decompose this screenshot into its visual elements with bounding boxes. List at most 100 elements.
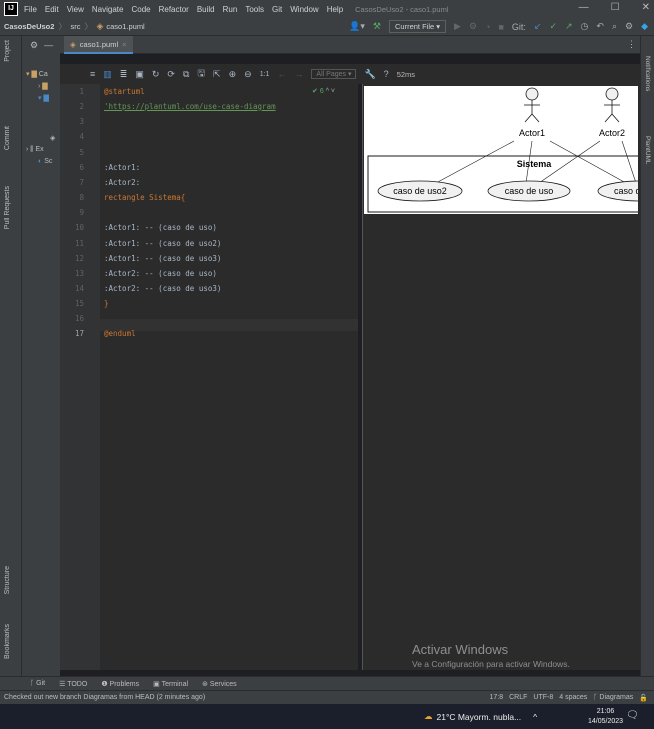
tool-tab-git[interactable]: ᚴ Git [30, 680, 45, 687]
run-configuration-select[interactable]: Current File ▾ [388, 20, 447, 33]
zoom-out-icon[interactable]: ⊖ [244, 69, 252, 80]
minimize-button[interactable]: — [579, 2, 589, 13]
code-line[interactable]: :Actor1: -- (caso de uso) [104, 223, 217, 232]
menu-build[interactable]: Build [197, 5, 215, 14]
coverage-icon[interactable]: ◔ [485, 22, 490, 32]
next-page-icon[interactable]: → [294, 69, 303, 79]
zoom-in-icon[interactable]: ⊕ [229, 69, 237, 80]
code-line[interactable]: rectangle Sistema{ [104, 193, 185, 202]
tree-item[interactable]: ▾ ▇ [38, 94, 49, 102]
open-external-icon[interactable]: ⇱ [213, 69, 221, 80]
code-line[interactable]: 'https://plantuml.com/use-case-diagram [104, 102, 276, 111]
code-line[interactable]: :Actor2: -- (caso de uso) [104, 269, 217, 278]
status-message[interactable]: Checked out new branch Diagramas from HE… [4, 694, 205, 701]
code-line[interactable]: @startuml [104, 87, 145, 96]
lock-icon[interactable]: 🔓 [639, 694, 648, 702]
maximize-button[interactable]: ☐ [611, 2, 620, 13]
tool-tab-plantuml[interactable]: PlantUML [644, 136, 651, 165]
weather-widget[interactable]: ☁ 21°C Mayorm. nubla... ^ [424, 711, 537, 722]
file-encoding[interactable]: UTF-8 [533, 694, 553, 702]
actual-size-button[interactable]: 1:1 [260, 71, 270, 78]
tool-tab-todo[interactable]: ☰ TODO [59, 680, 87, 688]
tool-tab-project[interactable]: Project [4, 40, 11, 62]
layout-split-icon[interactable]: ▥ [103, 69, 112, 80]
tray-chevron-icon[interactable]: ^ [533, 712, 537, 722]
menu-git[interactable]: Git [272, 5, 282, 14]
tree-item[interactable]: › ⫼ Ex [26, 146, 44, 154]
code-line[interactable]: } [104, 299, 109, 308]
pages-select[interactable]: All Pages ▾ [311, 69, 357, 79]
code-line[interactable]: :Actor1: [104, 163, 140, 172]
help-button[interactable]: ? [384, 69, 389, 79]
close-button[interactable]: ✕ [642, 2, 650, 13]
indent-setting[interactable]: 4 spaces [559, 694, 587, 702]
git-commit-icon[interactable]: ✓ [549, 21, 557, 32]
settings-wrench-icon[interactable]: 🔧 [364, 69, 375, 80]
git-push-icon[interactable]: ↗ [565, 21, 573, 32]
search-icon[interactable]: ⌕ [612, 21, 617, 32]
hide-panel-icon[interactable]: — [44, 40, 53, 50]
project-panel [22, 36, 60, 676]
settings-gear-icon[interactable]: ⚙ [30, 40, 38, 51]
tool-tab-notifications[interactable]: Notifications [644, 56, 651, 91]
tree-item[interactable]: ◈ [50, 134, 55, 142]
tool-tab-commit[interactable]: Commit [4, 126, 11, 150]
caret-position[interactable]: 17:8 [489, 694, 503, 702]
previous-page-icon[interactable]: ← [277, 69, 286, 79]
build-hammer-icon[interactable]: ⚒ [373, 21, 381, 32]
git-branch-widget[interactable]: ᚴ Diagramas [593, 694, 633, 702]
stop-icon[interactable]: ■ [498, 22, 503, 32]
breadcrumb-folder[interactable]: src [70, 22, 80, 31]
reload-icon[interactable]: ⟳ [167, 69, 175, 80]
toolbox-icon[interactable]: ◆ [641, 21, 648, 32]
actor2-label: Actor2 [599, 128, 625, 138]
layout-editor-icon[interactable]: ≡ [90, 69, 95, 79]
weather-icon: ☁ [424, 711, 433, 721]
tree-item[interactable]: ◐ Sc [38, 158, 52, 165]
menu-file[interactable]: File [24, 5, 37, 14]
copy-icon[interactable]: ⧉ [183, 69, 189, 80]
debug-icon[interactable]: ⚙ [469, 21, 477, 32]
editor-tab-caso1[interactable]: ◈ caso1.puml × [64, 36, 133, 54]
code-line[interactable]: :Actor2: -- (caso de uso3) [104, 284, 221, 293]
menu-help[interactable]: Help [327, 5, 343, 14]
more-options-icon[interactable]: ⋮ [627, 39, 636, 50]
menu-navigate[interactable]: Navigate [92, 5, 124, 14]
code-line[interactable]: @enduml [104, 329, 136, 338]
inspection-widget[interactable]: ✔ 6 ^ ˅ [312, 87, 335, 95]
close-tab-icon[interactable]: × [122, 40, 126, 49]
breadcrumb-file[interactable]: caso1.puml [106, 22, 144, 31]
menu-edit[interactable]: Edit [45, 5, 59, 14]
tree-item[interactable]: › ▇ [38, 82, 48, 90]
git-update-icon[interactable]: ↙ [534, 21, 542, 32]
line-separator[interactable]: CRLF [509, 694, 527, 702]
menu-code[interactable]: Code [131, 5, 150, 14]
code-line[interactable]: :Actor1: -- (caso de uso2) [104, 239, 221, 248]
run-icon[interactable]: ▶ [454, 21, 461, 32]
tool-tab-bookmarks[interactable]: Bookmarks [4, 624, 11, 659]
tool-tab-problems[interactable]: ❶ Problems [101, 680, 139, 688]
tool-tab-structure[interactable]: Structure [4, 566, 11, 594]
menu-refactor[interactable]: Refactor [159, 5, 189, 14]
layout-preview-icon[interactable]: ≣ [120, 69, 128, 80]
save-icon[interactable]: 🖫 [197, 66, 205, 82]
code-line[interactable]: :Actor1: -- (caso de uso3) [104, 254, 221, 263]
tool-tab-pull-requests[interactable]: Pull Requests [4, 186, 11, 229]
tool-tab-services[interactable]: ⊛ Services [202, 680, 237, 688]
tool-tab-terminal[interactable]: ▣ Terminal [153, 680, 188, 688]
notifications-icon[interactable]: 🗨 [626, 710, 639, 721]
code-line[interactable]: :Actor2: [104, 178, 140, 187]
settings-gear-icon[interactable]: ⚙ [625, 21, 633, 32]
image-icon[interactable]: ▣ [135, 69, 144, 80]
menu-tools[interactable]: Tools [245, 5, 264, 14]
history-icon[interactable]: ◷ [581, 21, 589, 32]
breadcrumb-project[interactable]: CasosDeUso2 [4, 22, 54, 31]
menu-run[interactable]: Run [223, 5, 238, 14]
rollback-icon[interactable]: ↶ [596, 21, 604, 32]
tree-item[interactable]: ▾ ▇ Ca [26, 70, 48, 78]
refresh-icon[interactable]: ↻ [152, 69, 160, 80]
menu-view[interactable]: View [67, 5, 84, 14]
menu-window[interactable]: Window [290, 5, 318, 14]
system-clock[interactable]: 21:06 14/05/2023 [588, 707, 623, 727]
user-icon[interactable]: 👤▾ [349, 21, 365, 32]
